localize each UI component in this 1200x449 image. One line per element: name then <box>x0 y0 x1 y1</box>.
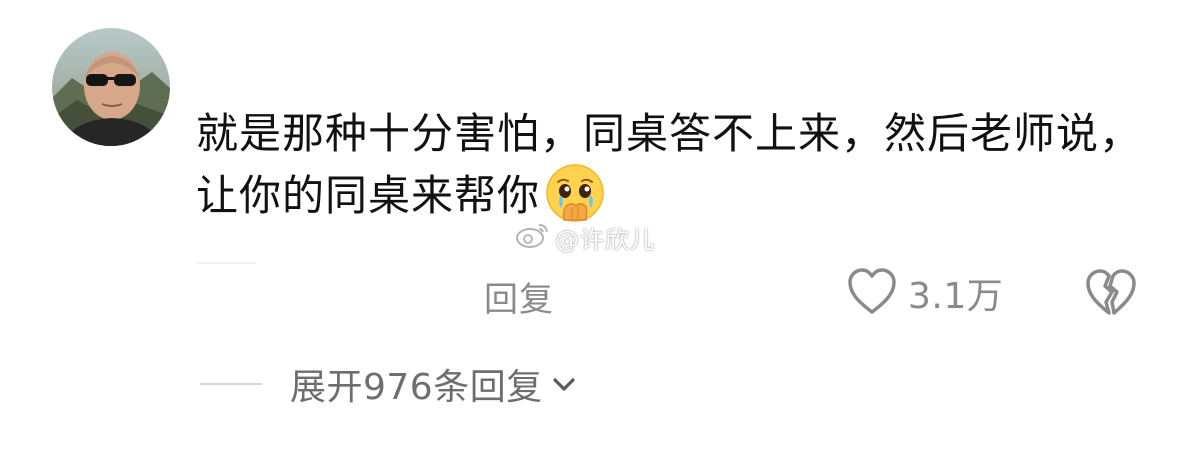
divider <box>196 262 256 264</box>
chevron-down-icon <box>549 369 579 399</box>
watermark: @许欣儿 <box>515 221 655 254</box>
heart-outline-icon <box>846 266 898 320</box>
dislike-button[interactable] <box>1084 266 1138 320</box>
comment-item: 就是那种十分害怕，同桌答不上来，然后老师说，让你的同桌来帮你 @许欣儿 回复 3… <box>0 0 1200 449</box>
watermark-text: @许欣儿 <box>555 225 655 254</box>
avatar[interactable] <box>52 28 170 146</box>
expand-replies-label: 展开976条回复 <box>290 367 543 408</box>
expand-divider <box>200 383 262 385</box>
like-count: 3.1万 <box>908 276 1004 317</box>
broken-heart-icon <box>1084 269 1138 321</box>
reply-button[interactable]: 回复 <box>484 272 554 321</box>
weibo-logo-icon <box>515 221 551 253</box>
comment-body: 就是那种十分害怕，同桌答不上来，然后老师说，让你的同桌来帮你 <box>196 109 1143 220</box>
pleading-face-emoji-icon <box>544 162 606 224</box>
expand-replies-button[interactable]: 展开976条回复 <box>200 358 579 410</box>
like-button[interactable]: 3.1万 <box>846 266 1003 320</box>
comment-text: 就是那种十分害怕，同桌答不上来，然后老师说，让你的同桌来帮你 <box>196 106 1156 224</box>
